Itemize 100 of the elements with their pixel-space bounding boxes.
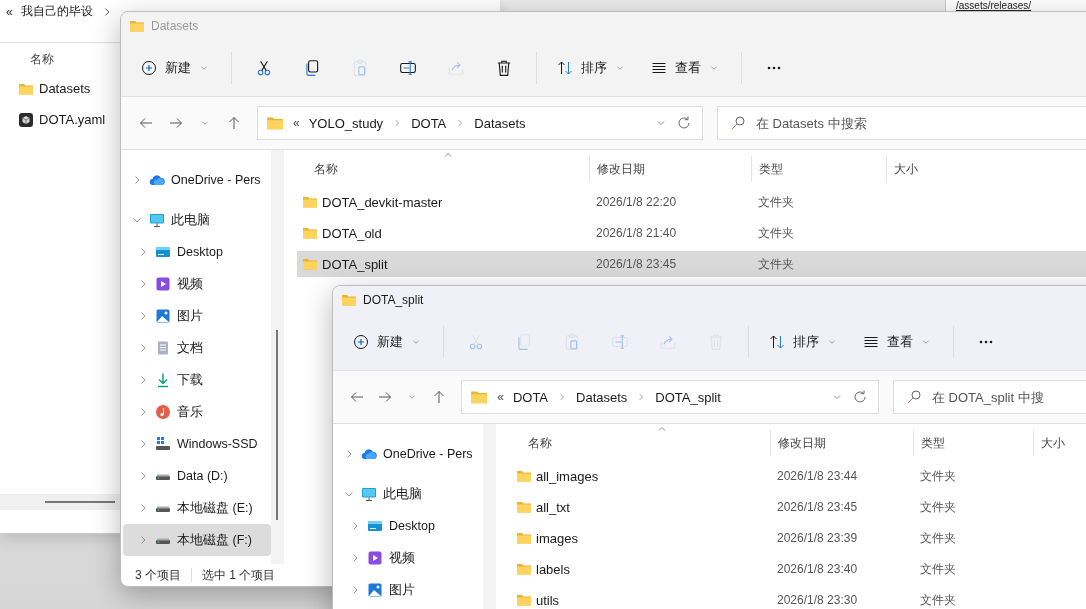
cloud-icon xyxy=(149,172,165,188)
forward-icon xyxy=(377,389,393,405)
breadcrumb-item[interactable]: DOTA xyxy=(512,389,549,405)
file-name: utils xyxy=(536,592,560,608)
file-type: 文件夹 xyxy=(757,224,795,242)
address-bar[interactable]: « DOTA Datasets DOTA_split xyxy=(461,380,879,414)
file-row[interactable]: DOTA_old 2026/1/8 21:40 文件夹 xyxy=(297,220,1086,246)
column-header[interactable]: 类型 xyxy=(751,156,886,182)
column-header[interactable]: 名称 xyxy=(30,52,54,66)
nav-label: Data (D:) xyxy=(177,469,228,483)
file-row[interactable]: Datasets xyxy=(18,73,91,104)
file-row[interactable]: labels 2026/1/8 23:40 文件夹 xyxy=(511,556,1086,582)
nav-item[interactable]: OneDrive - Pers xyxy=(123,164,271,196)
file-row[interactable]: all_images 2026/1/8 23:44 文件夹 xyxy=(511,463,1086,489)
column-header[interactable]: 类型 xyxy=(913,430,1033,456)
nav-item[interactable]: OneDrive - Pers xyxy=(335,438,483,470)
nav-label: 图片 xyxy=(177,307,203,325)
folder-icon xyxy=(516,592,532,608)
file-row[interactable]: DOTA.yaml xyxy=(18,104,106,135)
refresh-icon[interactable] xyxy=(852,389,868,405)
status-text: 选中 1 个项目 xyxy=(202,566,276,584)
search-input[interactable]: 在 Datasets 中搜索 xyxy=(756,115,956,131)
sort-button[interactable]: 排序 xyxy=(761,324,845,360)
nav-label: 下载 xyxy=(177,371,203,389)
new-button[interactable]: 新建 xyxy=(345,324,429,360)
file-row[interactable]: DOTA_split 2026/1/8 23:45 文件夹 xyxy=(297,251,1086,277)
file-name: DOTA_split xyxy=(322,256,388,272)
path-overflow[interactable]: « xyxy=(497,390,504,404)
scrollbar-thumb[interactable] xyxy=(45,501,115,503)
search-icon xyxy=(730,115,746,131)
breadcrumb-item[interactable]: 我自己的毕设 xyxy=(20,3,93,20)
nav-item[interactable]: Desktop xyxy=(123,236,271,268)
nav-item[interactable]: 本地磁盘 (F:) xyxy=(123,524,271,556)
column-header[interactable]: 大小 xyxy=(1033,430,1086,456)
sort-button[interactable]: 排序 xyxy=(549,50,633,86)
modified-date: 2026/1/8 23:44 xyxy=(776,469,859,483)
file-type: 文件夹 xyxy=(919,560,957,578)
path-overflow[interactable]: « xyxy=(6,4,13,19)
folder-icon xyxy=(266,114,284,132)
view-button[interactable]: 查看 xyxy=(855,324,939,360)
nav-item[interactable]: 图片 xyxy=(335,574,483,606)
refresh-icon[interactable] xyxy=(676,115,692,131)
breadcrumb-item[interactable]: YOLO_study xyxy=(308,115,384,131)
nav-item[interactable]: Desktop xyxy=(335,510,483,542)
column-header[interactable]: 修改日期 xyxy=(770,430,913,456)
file-type: 文件夹 xyxy=(919,467,957,485)
folder-icon xyxy=(470,388,489,406)
nav-item[interactable]: 此电脑 xyxy=(335,478,483,510)
nav-label: Windows-SSD xyxy=(177,437,258,451)
nav-label: Desktop xyxy=(389,519,435,533)
nav-item[interactable]: Windows-SSD xyxy=(123,428,271,460)
nav-item[interactable]: 文档 xyxy=(123,332,271,364)
breadcrumb-item[interactable]: DOTA_split xyxy=(655,389,721,405)
sort-icon xyxy=(557,60,573,76)
file-row[interactable]: images 2026/1/8 23:39 文件夹 xyxy=(511,525,1086,551)
document-icon xyxy=(155,340,171,356)
nav-label: 视频 xyxy=(389,549,415,567)
status-text: 3 个项目 xyxy=(135,566,181,584)
breadcrumb-item[interactable]: Datasets xyxy=(576,389,628,405)
search-input[interactable]: 在 DOTA_split 中搜 xyxy=(932,389,1086,405)
file-row[interactable]: all_txt 2026/1/8 23:45 文件夹 xyxy=(511,494,1086,520)
column-header[interactable]: 名称 xyxy=(297,156,589,182)
video-icon xyxy=(155,276,171,292)
nav-item[interactable]: 下载 xyxy=(123,364,271,396)
column-header[interactable]: 名称 xyxy=(511,430,770,456)
modified-date: 2026/1/8 23:30 xyxy=(776,593,859,607)
monitor-icon xyxy=(149,212,165,228)
search-field[interactable]: 在 DOTA_split 中搜 xyxy=(893,380,1086,414)
new-button[interactable]: 新建 xyxy=(133,50,217,86)
address-bar[interactable]: « YOLO_study DOTA Datasets xyxy=(257,106,703,140)
folder-icon xyxy=(302,194,318,210)
search-field[interactable]: 在 Datasets 中搜索 xyxy=(717,106,1086,140)
nav-item[interactable]: 此电脑 xyxy=(123,204,271,236)
nav-item[interactable]: 视频 xyxy=(335,542,483,574)
nav-label: 此电脑 xyxy=(171,211,210,229)
nav-item[interactable]: 音乐 xyxy=(123,396,271,428)
nav-item[interactable]: 本地磁盘 (E:) xyxy=(123,492,271,524)
nav-label: 文档 xyxy=(177,339,203,357)
scrollbar-thumb[interactable] xyxy=(276,330,278,520)
file-name: images xyxy=(536,530,578,546)
file-icon xyxy=(18,111,34,128)
file-row[interactable]: DOTA_devkit-master 2026/1/8 22:20 文件夹 xyxy=(297,189,1086,215)
folder-icon xyxy=(341,292,357,308)
column-header[interactable]: 修改日期 xyxy=(589,156,751,182)
list-view-icon xyxy=(651,60,667,76)
view-button[interactable]: 查看 xyxy=(643,50,727,86)
window-title: Datasets xyxy=(151,19,199,33)
path-overflow[interactable]: « xyxy=(293,116,300,130)
nav-item[interactable]: Data (D:) xyxy=(123,460,271,492)
list-view-icon xyxy=(863,334,879,350)
nav-label: 音乐 xyxy=(177,403,203,421)
music-icon xyxy=(155,404,171,420)
breadcrumb-item[interactable]: Datasets xyxy=(474,115,526,131)
nav-item[interactable]: 图片 xyxy=(123,300,271,332)
breadcrumb-item[interactable]: DOTA xyxy=(411,115,447,131)
plus-icon xyxy=(353,334,369,350)
nav-item[interactable]: 视频 xyxy=(123,268,271,300)
nav-label: OneDrive - Pers xyxy=(171,173,261,187)
file-row[interactable]: utils 2026/1/8 23:30 文件夹 xyxy=(511,587,1086,609)
column-header[interactable]: 大小 xyxy=(886,156,964,182)
